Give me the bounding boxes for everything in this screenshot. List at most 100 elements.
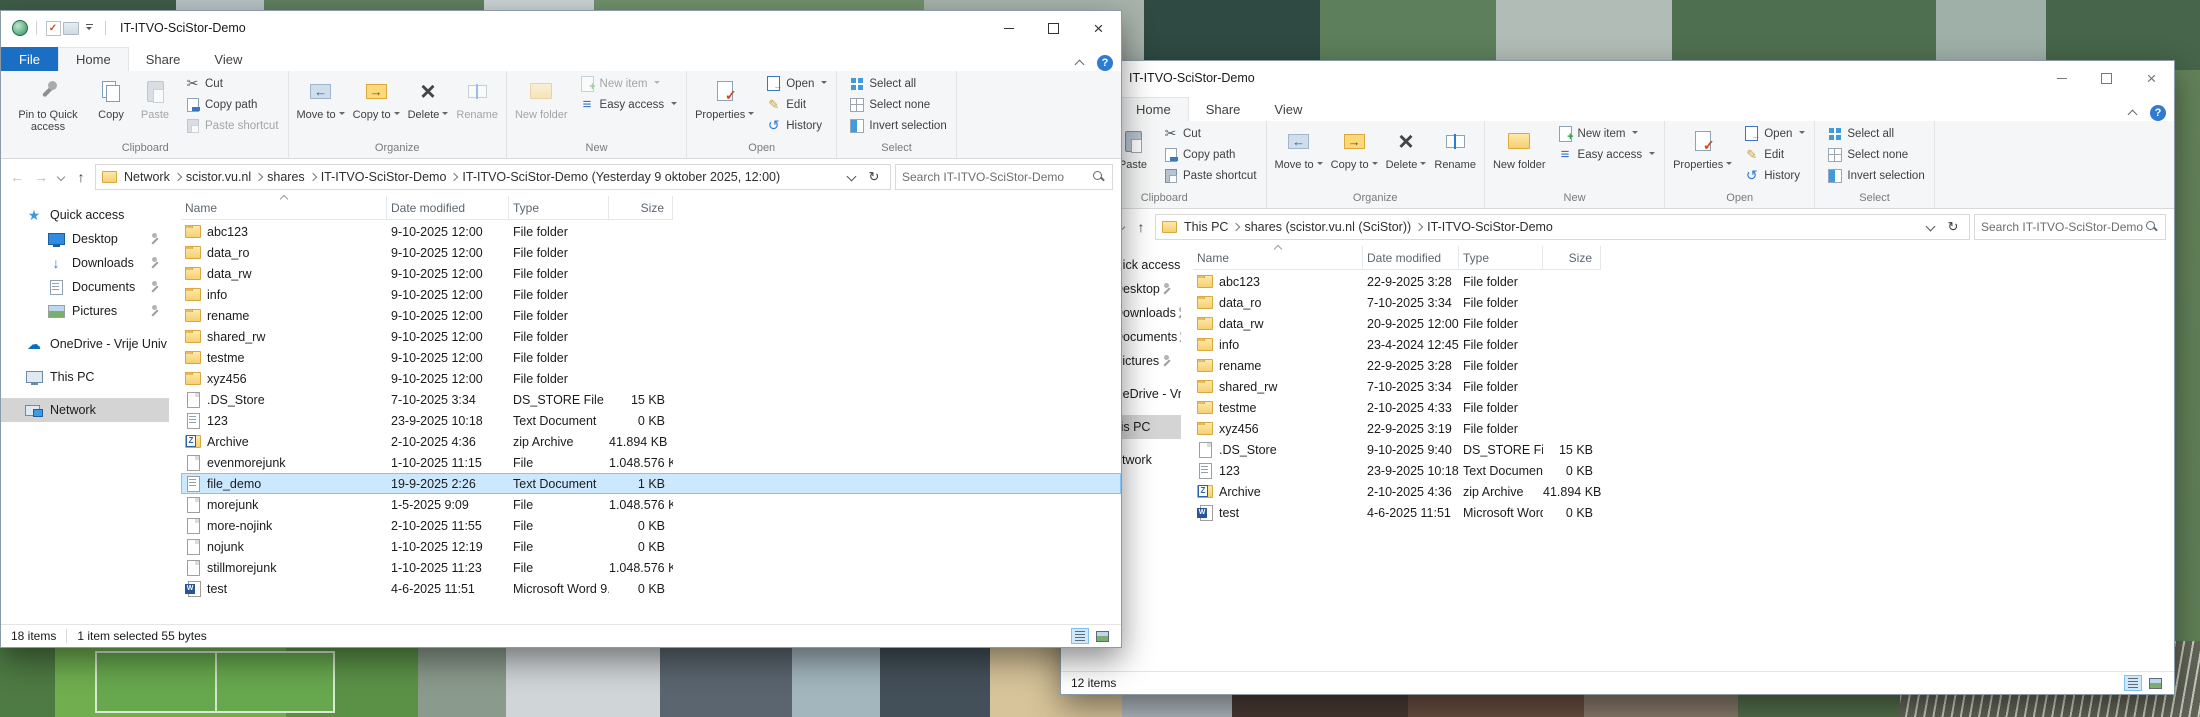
breadcrumb-item[interactable]: scistor.vu.nl [183,170,254,184]
search-box[interactable] [1974,214,2166,240]
sidebar-item-onedrive-vrije-univ[interactable]: OneDrive - Vrije Univ [1,332,169,356]
column-header-date-modified[interactable]: Date modified [387,196,509,220]
file-row[interactable]: morejunk1-5-2025 9:09File1.048.576 KB [181,494,1121,515]
file-row[interactable]: more-nojink2-10-2025 11:55File0 KB [181,515,1121,536]
copy-to-button[interactable]: Copy to [1327,123,1382,173]
rename-button[interactable]: Rename [1430,123,1480,173]
search-input[interactable] [1981,220,2145,234]
maximize-button[interactable] [1031,11,1076,45]
rename-button[interactable]: Rename [452,73,502,123]
breadcrumb-item[interactable]: IT-ITVO-SciStor-Demo [318,170,450,184]
column-header-size[interactable]: Size [609,196,673,220]
file-row[interactable]: rename22-9-2025 3:28File folder [1193,355,2174,376]
file-row[interactable]: abc12322-9-2025 3:28File folder [1193,271,2174,292]
file-row[interactable]: data_rw20-9-2025 12:00File folder [1193,313,2174,334]
file-row[interactable]: test4-6-2025 11:51Microsoft Word 9...0 K… [181,578,1121,599]
back-icon[interactable] [7,166,27,188]
tab-share[interactable]: Share [1189,97,1258,121]
file-row[interactable]: info23-4-2024 12:45File folder [1193,334,2174,355]
breadcrumb-item[interactable]: This PC [1181,220,1231,234]
file-row[interactable]: .DS_Store9-10-2025 9:40DS_STORE File15 K… [1193,439,2174,460]
sidebar-item-network[interactable]: Network [1,398,169,422]
file-row[interactable]: rename9-10-2025 12:00File folder [181,305,1121,326]
history-button[interactable]: History [760,115,832,136]
copy-path-button[interactable]: Copy path [1157,144,1262,165]
column-header-size[interactable]: Size [1543,246,1601,270]
pin-to-quick-access-button[interactable]: Pin to Quick access [7,73,89,135]
move-to-button[interactable]: Move to [1271,123,1327,173]
copy-to-button[interactable]: Copy to [349,73,404,123]
forward-icon[interactable] [31,166,51,188]
help-icon[interactable] [2150,105,2166,121]
new-folder-button[interactable]: New folder [511,73,572,123]
edit-button[interactable]: Edit [760,94,832,115]
easy-access-button[interactable]: Easy access [1552,144,1661,165]
recent-locations-chevron-icon[interactable] [55,166,67,188]
address-bar[interactable]: This PCshares (scistor.vu.nl (SciStor))I… [1155,214,1970,240]
column-header-date-modified[interactable]: Date modified [1363,246,1459,270]
file-row[interactable]: shared_rw9-10-2025 12:00File folder [181,326,1121,347]
file-row[interactable]: xyz45622-9-2025 3:19File folder [1193,418,2174,439]
select-all-button[interactable]: Select all [1821,123,1929,144]
search-icon[interactable] [2145,220,2159,234]
large-icons-view-icon[interactable] [1093,628,1111,644]
up-icon[interactable] [1131,216,1151,238]
explorer-window-previous-version[interactable]: IT-ITVO-SciStor-Demo File HomeShareView … [0,10,1122,648]
refresh-icon[interactable] [1943,216,1963,238]
sidebar-item-documents[interactable]: Documents [1,275,169,299]
file-row[interactable]: data_ro7-10-2025 3:34File folder [1193,292,2174,313]
file-row[interactable]: testme9-10-2025 12:00File folder [181,347,1121,368]
file-row[interactable]: abc1239-10-2025 12:00File folder [181,221,1121,242]
explorer-window-current[interactable]: IT-ITVO-SciStor-Demo File HomeShareView … [1060,60,2175,695]
sidebar-item-quick-access[interactable]: Quick access [1,203,169,227]
open-button[interactable]: Open [1738,123,1810,144]
tab-file[interactable]: File [1,47,58,71]
tab-home[interactable]: Home [1118,97,1189,121]
previous-versions-clock-icon[interactable] [11,19,29,37]
file-row[interactable]: Archive2-10-2025 4:36zip Archive41.894 K… [181,431,1121,452]
file-row[interactable]: nojunk1-10-2025 12:19File0 KB [181,536,1121,557]
paste-shortcut-button[interactable]: Paste shortcut [1157,165,1262,186]
properties-button[interactable]: Properties [1669,123,1736,173]
file-row[interactable]: 12323-9-2025 10:18Text Document0 KB [181,410,1121,431]
copy-path-button[interactable]: Copy path [179,94,284,115]
search-box[interactable] [895,164,1113,190]
delete-button[interactable]: Delete [1382,123,1431,173]
minimize-button[interactable] [986,11,1031,45]
delete-button[interactable]: Delete [404,73,453,123]
collapse-ribbon-icon[interactable] [2126,106,2140,120]
minimize-button[interactable] [2039,61,2084,95]
column-header-name[interactable]: Name [1193,246,1363,270]
paste-shortcut-button[interactable]: Paste shortcut [179,115,284,136]
properties-button[interactable]: Properties [691,73,758,123]
cut-button[interactable]: Cut [179,73,284,94]
new-item-button[interactable]: New item [574,73,683,94]
qat-customize-chevron-icon[interactable] [80,19,98,37]
select-none-button[interactable]: Select none [843,94,951,115]
file-row[interactable]: data_ro9-10-2025 12:00File folder [181,242,1121,263]
breadcrumb-item[interactable]: IT-ITVO-SciStor-Demo (Yesterday 9 oktobe… [459,170,783,184]
up-icon[interactable] [71,166,91,188]
column-header-name[interactable]: Name [181,196,387,220]
select-all-button[interactable]: Select all [843,73,951,94]
file-row[interactable]: testme2-10-2025 4:33File folder [1193,397,2174,418]
sidebar-item-this-pc[interactable]: This PC [1,365,169,389]
file-row[interactable]: 12323-9-2025 10:18Text Document0 KB [1193,460,2174,481]
large-icons-view-icon[interactable] [2146,675,2164,691]
collapse-ribbon-icon[interactable] [1073,56,1087,70]
invert-selection-button[interactable]: Invert selection [1821,165,1929,186]
details-view-icon[interactable] [2124,675,2142,691]
tab-view[interactable]: View [1257,97,1319,121]
file-row[interactable]: data_rw9-10-2025 12:00File folder [181,263,1121,284]
select-none-button[interactable]: Select none [1821,144,1929,165]
address-dropdown-chevron-icon[interactable] [1927,223,1935,231]
history-button[interactable]: History [1738,165,1810,186]
column-header-type[interactable]: Type [509,196,609,220]
file-row[interactable]: shared_rw7-10-2025 3:34File folder [1193,376,2174,397]
breadcrumb-item[interactable]: shares [264,170,308,184]
maximize-button[interactable] [2084,61,2129,95]
search-icon[interactable] [1092,170,1106,184]
file-row[interactable]: .DS_Store7-10-2025 3:34DS_STORE File15 K… [181,389,1121,410]
move-to-button[interactable]: Move to [293,73,349,123]
breadcrumb-item[interactable]: shares (scistor.vu.nl (SciStor)) [1241,220,1414,234]
